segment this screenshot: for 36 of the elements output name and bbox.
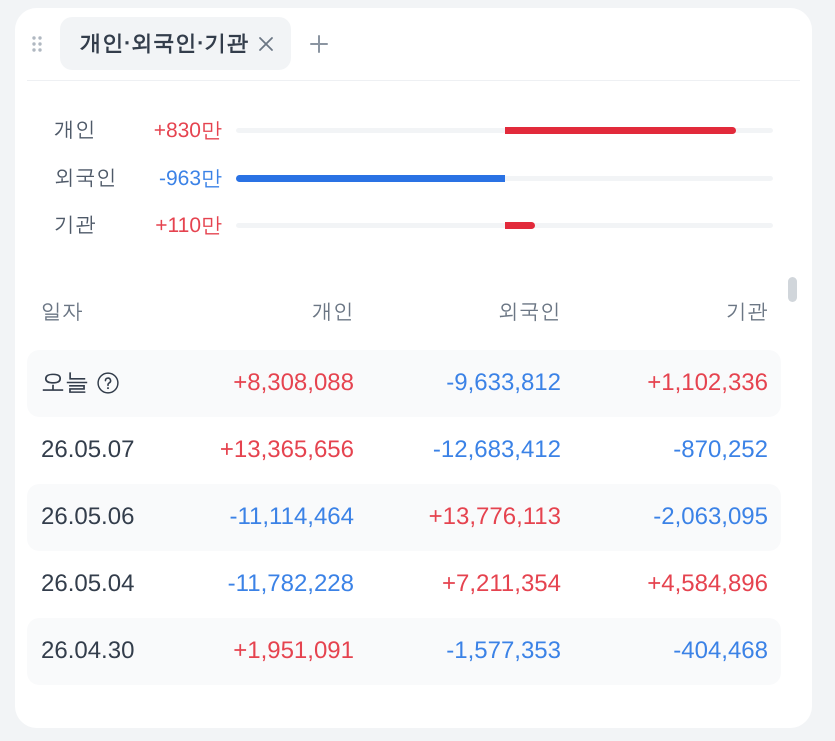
value-cell-text: -404,468 [672, 636, 768, 666]
value-cell-text: -12,683,412 [432, 435, 561, 465]
column-header: 외국인 [497, 299, 561, 326]
scrollbar-thumb[interactable] [788, 277, 797, 302]
value-cell-text: +8,308,088 [232, 368, 354, 398]
column-header: 개인 [311, 299, 354, 326]
date-cell-text: 오늘 [41, 368, 89, 398]
investor-label: 외국인 [54, 164, 118, 191]
investor-label: 개인 [54, 117, 97, 144]
help-icon[interactable] [97, 372, 119, 394]
value-cell-text: +1,102,336 [646, 368, 768, 398]
date-cell-text: 26.05.07 [41, 435, 134, 465]
value-cell-text: -11,114,464 [228, 502, 354, 532]
investor-label: 기관 [54, 212, 97, 238]
column-header: 기관 [725, 299, 768, 326]
value-cell-text: +4,584,896 [646, 569, 768, 599]
value-cell-text: -870,252 [672, 435, 768, 465]
net-amount: +110만 [154, 213, 222, 239]
value-cell-text: -1,577,353 [445, 636, 561, 666]
value-cell-text: +1,951,091 [232, 636, 354, 666]
add-icon[interactable] [310, 34, 328, 52]
value-cell-text: -9,633,812 [445, 368, 561, 398]
value-cell-text: +13,365,656 [218, 435, 354, 465]
value-cell-text: -2,063,095 [652, 502, 768, 532]
value-cell-text: -11,782,228 [226, 569, 354, 599]
date-cell-text: 26.05.06 [41, 502, 134, 532]
column-header: 일자 [41, 299, 84, 326]
net-amount: -963만 [158, 166, 222, 192]
date-cell-text: 26.04.30 [41, 636, 134, 666]
drag-handle-icon[interactable] [32, 36, 42, 52]
value-cell-text: +13,776,113 [428, 502, 561, 532]
net-amount: +830만 [152, 118, 222, 144]
tab[interactable]: 개인·외국인·기관 [60, 17, 292, 70]
date-cell-text: 26.05.04 [41, 569, 134, 599]
close-icon[interactable] [258, 36, 274, 52]
value-cell-text: +7,211,354 [440, 569, 561, 599]
